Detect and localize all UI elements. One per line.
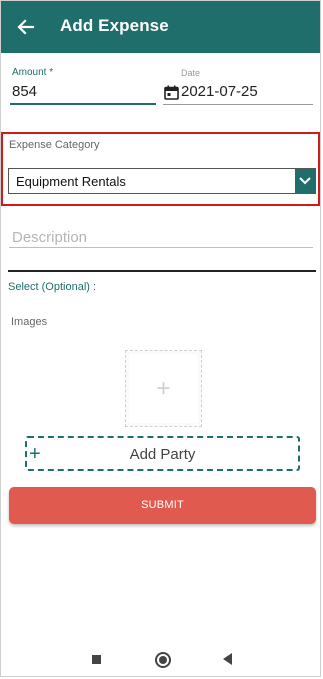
- square-icon[interactable]: [92, 655, 101, 664]
- submit-label: SUBMIT: [141, 499, 184, 511]
- page-title: Add Expense: [60, 16, 169, 35]
- images-label: Images: [11, 316, 48, 328]
- date-underline: [163, 104, 313, 105]
- date-field[interactable]: 2021-07-25: [181, 83, 258, 100]
- arrow-left-icon[interactable]: [15, 14, 37, 40]
- triangle-back-icon[interactable]: [223, 653, 232, 665]
- amount-label: Amount *: [12, 67, 54, 78]
- plus-icon: +: [156, 375, 171, 402]
- amount-field[interactable]: 854: [12, 83, 37, 100]
- amount-underline: [10, 103, 156, 105]
- chevron-down-icon[interactable]: [295, 169, 315, 193]
- category-selected-value: Equipment Rentals: [16, 174, 126, 189]
- description-underline: [9, 247, 313, 248]
- select-optional-label[interactable]: Select (Optional) :: [8, 281, 96, 293]
- add-image-button[interactable]: +: [125, 350, 202, 427]
- submit-button[interactable]: SUBMIT: [9, 487, 316, 524]
- section-divider: [8, 270, 316, 272]
- category-select[interactable]: Equipment Rentals: [8, 168, 316, 194]
- app-bar: Add Expense: [1, 1, 320, 53]
- circle-icon[interactable]: [155, 652, 171, 668]
- date-label: Date: [181, 68, 201, 78]
- category-label: Expense Category: [9, 139, 100, 151]
- calendar-icon[interactable]: [164, 85, 179, 100]
- system-nav-bar: [1, 635, 320, 676]
- description-input[interactable]: Description: [12, 229, 87, 246]
- screen: Add Expense Amount * 854 Date 2021-07-25…: [0, 0, 321, 677]
- add-party-label: Add Party: [129, 446, 196, 463]
- add-party-button[interactable]: + Add Party: [25, 436, 300, 471]
